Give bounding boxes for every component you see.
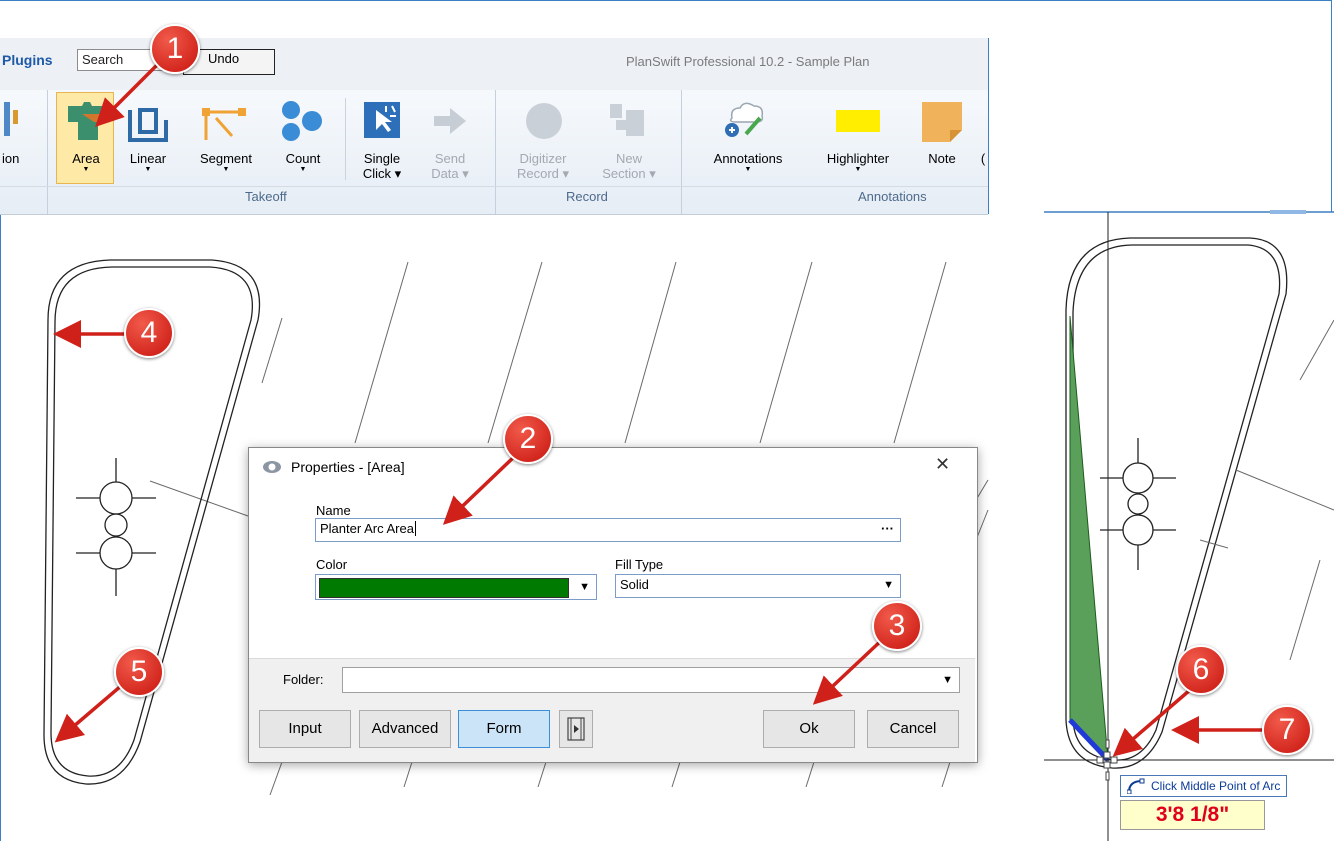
app-title: PlanSwift Professional 10.2 - Sample Pla… bbox=[626, 54, 870, 69]
callout-badge-5: 5 bbox=[114, 647, 164, 697]
measurement-readout: 3'8 1/8" bbox=[1120, 800, 1265, 830]
area-label: Area ▼ bbox=[72, 151, 100, 173]
digitizer-record-button[interactable]: Digitizer Record ▾ bbox=[508, 151, 578, 181]
cancel-button[interactable]: Cancel bbox=[867, 710, 959, 748]
callout-badge-3: 3 bbox=[872, 601, 922, 651]
note-button[interactable]: Note bbox=[922, 151, 962, 166]
form-button[interactable]: Form bbox=[458, 710, 550, 748]
plan-linework-right bbox=[1199, 319, 1334, 661]
send-data-icon bbox=[434, 108, 466, 134]
light-symbol bbox=[76, 458, 156, 596]
media-button[interactable] bbox=[559, 710, 593, 748]
fill-type-select[interactable]: Solid ▼ bbox=[615, 574, 901, 598]
input-button[interactable]: Input bbox=[259, 710, 351, 748]
ribbon-frame-right bbox=[988, 38, 989, 214]
tab-plugins[interactable]: Plugins bbox=[2, 52, 53, 68]
annotations-group-label: Annotations bbox=[858, 189, 927, 204]
send-data-button[interactable]: Send Data ▾ bbox=[428, 151, 472, 181]
arc-prompt-tooltip: Click Middle Point of Arc bbox=[1120, 775, 1287, 797]
segment-icon bbox=[202, 108, 246, 140]
annotations-button[interactable]: Annotations ▼ bbox=[704, 151, 792, 174]
fill-type-value: Solid bbox=[620, 577, 649, 592]
partial-button-label[interactable]: ion bbox=[2, 151, 19, 166]
ribbon-overflow-label: ( bbox=[980, 151, 986, 166]
color-label: Color bbox=[316, 557, 348, 572]
record-group-label: Record bbox=[566, 189, 608, 204]
dialog-title: Properties - [Area] bbox=[291, 459, 405, 475]
advanced-button[interactable]: Advanced bbox=[359, 710, 451, 748]
digitizer-icon bbox=[526, 103, 562, 139]
linear-icon bbox=[128, 108, 168, 142]
light-symbol-right bbox=[1100, 438, 1176, 570]
note-icon bbox=[922, 102, 962, 142]
fill-type-label: Fill Type bbox=[615, 557, 664, 572]
window-frame-top bbox=[0, 0, 1331, 1]
count-icon bbox=[282, 101, 322, 141]
eye-icon bbox=[263, 461, 281, 473]
highlighter-icon bbox=[836, 110, 880, 132]
color-select[interactable]: ▼ bbox=[315, 574, 597, 600]
callout-badge-6: 6 bbox=[1176, 645, 1226, 695]
single-click-icon bbox=[364, 102, 400, 138]
properties-dialog: Properties - [Area] ✕ Name Planter Arc A… bbox=[248, 447, 978, 763]
single-click-button[interactable]: Single Click ▾ bbox=[360, 151, 404, 181]
name-label: Name bbox=[316, 503, 351, 518]
area-icon bbox=[68, 102, 104, 140]
arc-tool-icon bbox=[1127, 778, 1145, 794]
ellipsis-icon[interactable]: ··· bbox=[881, 519, 894, 539]
area-wedge bbox=[1069, 315, 1109, 762]
segment-button[interactable]: Segment ▼ bbox=[192, 151, 260, 174]
callout-badge-7: 7 bbox=[1262, 705, 1312, 755]
takeoff-group-label: Takeoff bbox=[245, 189, 287, 204]
ok-button[interactable]: Ok bbox=[763, 710, 855, 748]
linear-button[interactable]: Linear ▼ bbox=[124, 151, 172, 174]
close-icon[interactable]: ✕ bbox=[935, 454, 950, 475]
media-icon bbox=[567, 717, 585, 741]
name-value: Planter Arc Area bbox=[320, 521, 414, 536]
callout-badge-2: 2 bbox=[503, 414, 553, 464]
partial-icon bbox=[4, 102, 18, 136]
window-frame-left bbox=[0, 213, 1, 841]
count-button[interactable]: Count ▼ bbox=[280, 151, 326, 174]
chevron-down-icon: ▼ bbox=[883, 579, 894, 591]
new-section-icon bbox=[610, 104, 644, 136]
folder-select[interactable]: ▼ bbox=[342, 667, 960, 693]
annotations-icon bbox=[725, 102, 764, 137]
callout-badge-1: 1 bbox=[150, 24, 200, 74]
chevron-down-icon: ▼ bbox=[579, 581, 590, 593]
name-field[interactable]: Planter Arc Area ··· bbox=[315, 518, 901, 542]
arc-prompt-text: Click Middle Point of Arc bbox=[1151, 779, 1281, 793]
window-frame-right bbox=[1331, 0, 1332, 212]
new-section-button[interactable]: New Section ▾ bbox=[596, 151, 662, 181]
folder-label: Folder: bbox=[283, 672, 324, 687]
chevron-down-icon: ▼ bbox=[942, 674, 953, 686]
color-swatch bbox=[319, 578, 569, 598]
highlighter-button[interactable]: Highlighter ▼ bbox=[814, 151, 902, 174]
callout-badge-4: 4 bbox=[124, 308, 174, 358]
